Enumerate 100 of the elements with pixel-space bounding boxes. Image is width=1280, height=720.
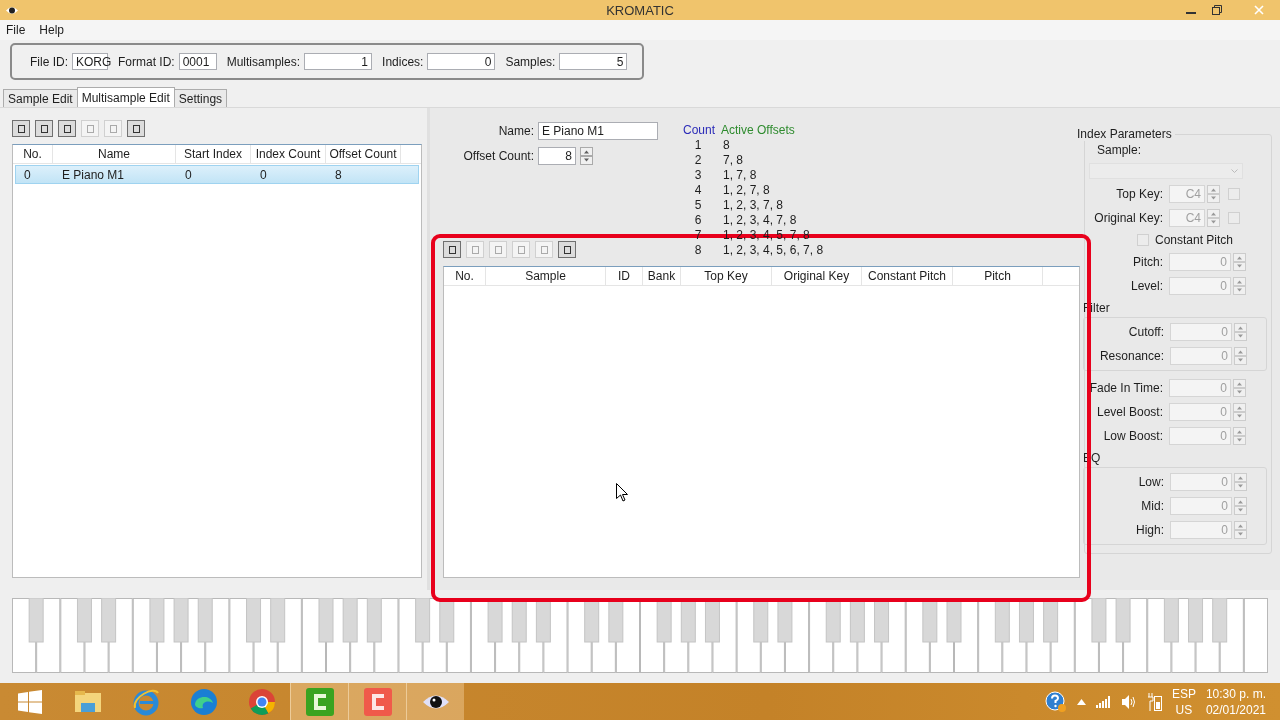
help-icon[interactable] [1044, 690, 1067, 713]
input-field[interactable]: 5 [559, 53, 628, 70]
chevron-down-icon [1231, 169, 1238, 173]
spin-buttons[interactable] [1233, 427, 1246, 445]
offsets-value: 1, 7, 8 [722, 168, 758, 183]
spin-buttons[interactable] [1234, 473, 1247, 491]
cursor-icon [616, 483, 628, 502]
spin-buttons[interactable] [580, 147, 593, 165]
square-icon [109, 124, 117, 133]
square-icon [540, 245, 548, 254]
field-label: Format ID: [118, 54, 175, 69]
volume-icon[interactable] [1121, 694, 1138, 709]
group-title: Index Parameters [1077, 127, 1175, 141]
number-field[interactable]: 8 [538, 147, 576, 165]
browser-e-icon [131, 687, 160, 716]
spin-buttons[interactable] [1234, 323, 1247, 341]
spin-buttons[interactable] [1207, 209, 1220, 227]
square-icon [471, 245, 479, 254]
column-header[interactable]: Pitch [953, 267, 1043, 285]
field-label: Low Boost: [1102, 429, 1164, 443]
toolbar-button[interactable] [58, 120, 76, 137]
square-icon [132, 124, 140, 133]
tab[interactable]: Sample Edit [3, 89, 78, 107]
folder-icon [73, 689, 102, 714]
field-label: Level: [1129, 279, 1164, 293]
toolbar-button[interactable] [35, 120, 53, 137]
table-cell-text: 0 [184, 166, 193, 183]
table-cell-text: E Piano M1 [61, 166, 126, 183]
checkbox-label: Constant Pitch [1155, 233, 1234, 247]
field-label: Samples: [505, 54, 556, 69]
spin-buttons[interactable] [1233, 277, 1246, 295]
spin-buttons[interactable] [1233, 379, 1246, 397]
field-label: Low: [1137, 475, 1165, 489]
spin-buttons[interactable] [1233, 253, 1246, 271]
field-label: High: [1135, 523, 1165, 537]
count-value: 1 [693, 138, 703, 153]
square-icon [40, 124, 48, 133]
square-icon [517, 245, 525, 254]
column-header[interactable]: Bank [643, 267, 681, 285]
restore-icon[interactable] [1212, 5, 1222, 15]
toolbar-button[interactable] [12, 120, 30, 137]
column-header[interactable]: Top Key [681, 267, 772, 285]
spin-buttons[interactable] [1234, 347, 1247, 365]
column-header[interactable]: No. [13, 145, 53, 163]
count-value: 5 [693, 198, 703, 213]
column-header[interactable]: Constant Pitch [862, 267, 953, 285]
column-header[interactable]: Sample [486, 267, 606, 285]
spin-buttons[interactable] [1207, 185, 1220, 203]
count-value: 6 [693, 213, 703, 228]
toolbar-button[interactable] [558, 241, 576, 258]
signal-icon[interactable] [1095, 695, 1112, 708]
toolbar-button[interactable] [127, 120, 145, 137]
table-row[interactable]: 0 E Piano M1 0 0 8 [15, 165, 419, 184]
field-label: Name: [497, 124, 534, 138]
table-cell-text: 0 [23, 166, 32, 183]
toolbar-button[interactable] [443, 241, 461, 258]
field-label: File ID: [30, 54, 68, 69]
square-icon [63, 124, 71, 133]
eye-icon [6, 5, 18, 15]
spin-buttons[interactable] [1233, 403, 1246, 421]
input-field[interactable]: 0 [427, 53, 496, 70]
offsets-value: 1, 2, 3, 4, 7, 8 [722, 213, 798, 228]
column-header[interactable]: Index Count [251, 145, 326, 163]
field-label: Multisamples: [226, 54, 301, 69]
column-header[interactable]: ID [606, 267, 643, 285]
field-label: Mid: [1140, 499, 1165, 513]
square-icon [563, 245, 571, 254]
count-value: 8 [693, 243, 703, 258]
menu-item[interactable]: Help [39, 23, 65, 37]
column-header[interactable]: Start Index [176, 145, 251, 163]
offsets-value: 8 [722, 138, 731, 153]
tab[interactable]: Settings [173, 89, 228, 107]
field-label: Cutoff: [1127, 325, 1165, 339]
field-label: Sample: [1096, 143, 1143, 157]
square-icon [86, 124, 94, 133]
window-title: KROMATIC [605, 2, 675, 18]
table-cell-text: 8 [334, 166, 343, 183]
column-header[interactable]: Original Key [772, 267, 862, 285]
spin-buttons[interactable] [1234, 521, 1247, 539]
taskbar-app[interactable] [406, 683, 464, 720]
browser-wave-icon [189, 687, 218, 716]
column-header[interactable]: Name [53, 145, 176, 163]
tab[interactable]: Multisample Edit [76, 87, 175, 107]
input-field[interactable]: 0001 [178, 53, 217, 70]
battery-icon[interactable] [1147, 692, 1162, 711]
browser-circle-icon [247, 687, 276, 716]
input-field[interactable]: 1 [304, 53, 373, 70]
name-field[interactable]: E Piano M1 [538, 122, 658, 140]
offsets-value: 1, 2, 7, 8 [722, 183, 771, 198]
spin-buttons[interactable] [1234, 497, 1247, 515]
column-header[interactable]: Offset Count [326, 145, 401, 163]
column-header: Count [683, 123, 717, 138]
menu-item[interactable]: File [6, 23, 26, 37]
caret-up-icon[interactable] [1076, 698, 1086, 705]
square-icon [448, 245, 456, 254]
field-label: Resonance: [1098, 349, 1165, 363]
piano-keyboard-drawing[interactable] [12, 598, 1268, 673]
column-header[interactable]: No. [444, 267, 486, 285]
count-value: 3 [693, 168, 703, 183]
offsets-value: 1, 2, 3, 4, 5, 6, 7, 8 [722, 243, 825, 258]
